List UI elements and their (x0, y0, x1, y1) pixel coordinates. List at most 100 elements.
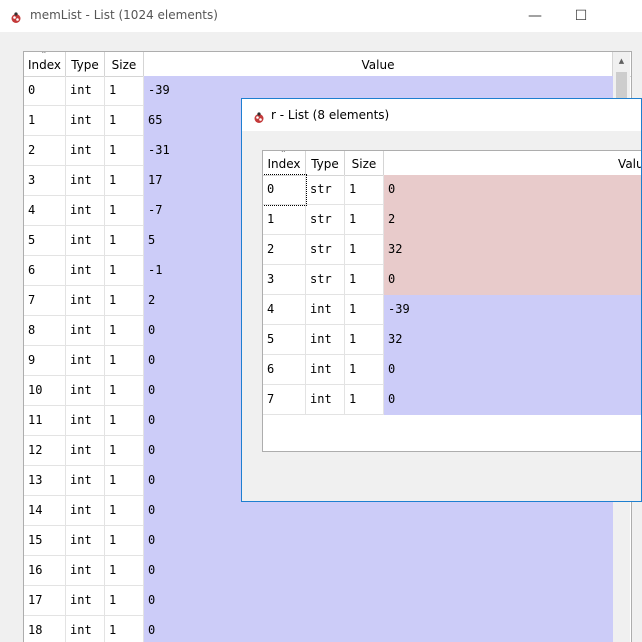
type-cell[interactable]: int (66, 586, 105, 616)
size-cell[interactable]: 1 (345, 175, 384, 205)
type-cell[interactable]: int (66, 226, 105, 256)
type-cell[interactable]: int (66, 76, 105, 106)
size-cell[interactable]: 1 (105, 226, 144, 256)
size-column-header[interactable]: Size (105, 52, 144, 76)
index-cell[interactable]: 2 (24, 136, 66, 166)
size-cell[interactable]: 1 (105, 166, 144, 196)
type-cell[interactable]: int (66, 616, 105, 642)
index-cell[interactable]: 0 (24, 76, 66, 106)
type-cell[interactable]: int (66, 346, 105, 376)
size-cell[interactable]: 1 (345, 205, 384, 235)
table-row[interactable]: 0 str 1 0 (263, 174, 641, 206)
value-column-header[interactable]: Value (144, 52, 613, 76)
index-cell[interactable]: 4 (24, 196, 66, 226)
type-cell[interactable]: str (306, 235, 345, 265)
scroll-up-arrow-icon[interactable]: ▲ (613, 57, 630, 65)
table-row[interactable]: 15 int 1 0 (24, 526, 631, 556)
size-cell[interactable]: 1 (345, 235, 384, 265)
type-cell[interactable]: int (306, 325, 345, 355)
value-cell[interactable]: 0 (144, 556, 613, 586)
index-cell[interactable]: 2 (263, 235, 306, 265)
size-cell[interactable]: 1 (345, 265, 384, 295)
type-cell[interactable]: int (66, 316, 105, 346)
table-row[interactable]: 6 int 1 0 (263, 355, 641, 385)
value-cell[interactable]: 0 (144, 526, 613, 556)
minimize-button[interactable]: — (512, 0, 558, 32)
index-column-header[interactable]: ⌃ Index (263, 151, 306, 175)
table-row[interactable]: 7 int 1 0 (263, 385, 641, 415)
index-cell[interactable]: 10 (24, 376, 66, 406)
size-cell[interactable]: 1 (105, 376, 144, 406)
index-cell[interactable]: 13 (24, 466, 66, 496)
type-cell[interactable]: int (66, 406, 105, 436)
index-cell[interactable]: 3 (24, 166, 66, 196)
type-cell[interactable]: str (306, 175, 345, 205)
index-cell[interactable]: 17 (24, 586, 66, 616)
value-cell[interactable]: -39 (384, 295, 641, 325)
type-cell[interactable]: int (66, 136, 105, 166)
index-cell[interactable]: 5 (24, 226, 66, 256)
type-cell[interactable]: int (66, 436, 105, 466)
index-cell[interactable]: 12 (24, 436, 66, 466)
value-cell[interactable]: 2 (384, 205, 641, 235)
value-cell[interactable]: 0 (384, 175, 641, 205)
index-column-header[interactable]: ⌃ Index (24, 52, 66, 76)
size-cell[interactable]: 1 (105, 316, 144, 346)
size-cell[interactable]: 1 (345, 385, 384, 415)
table-row[interactable]: 17 int 1 0 (24, 586, 631, 616)
table-row[interactable]: 3 str 1 0 (263, 265, 641, 295)
index-cell[interactable]: 18 (24, 616, 66, 642)
table-row[interactable]: 2 str 1 32 (263, 235, 641, 265)
index-cell[interactable]: 7 (24, 286, 66, 316)
index-cell[interactable]: 4 (263, 295, 306, 325)
value-cell[interactable]: 0 (384, 385, 641, 415)
type-cell[interactable]: int (66, 286, 105, 316)
index-cell[interactable]: 15 (24, 526, 66, 556)
size-cell[interactable]: 1 (105, 346, 144, 376)
value-column-header[interactable]: Value (384, 151, 641, 175)
type-cell[interactable]: str (306, 205, 345, 235)
value-cell[interactable]: 32 (384, 325, 641, 355)
size-cell[interactable]: 1 (105, 496, 144, 526)
table-row[interactable]: 16 int 1 0 (24, 556, 631, 586)
type-cell[interactable]: int (66, 466, 105, 496)
type-cell[interactable]: int (66, 496, 105, 526)
size-cell[interactable]: 1 (105, 136, 144, 166)
type-cell[interactable]: int (306, 295, 345, 325)
type-cell[interactable]: int (66, 166, 105, 196)
size-cell[interactable]: 1 (105, 196, 144, 226)
index-cell[interactable]: 9 (24, 346, 66, 376)
index-cell[interactable]: 11 (24, 406, 66, 436)
type-cell[interactable]: int (66, 376, 105, 406)
size-cell[interactable]: 1 (105, 526, 144, 556)
size-cell[interactable]: 1 (105, 106, 144, 136)
type-column-header[interactable]: Type (306, 151, 345, 175)
size-cell[interactable]: 1 (105, 286, 144, 316)
size-cell[interactable]: 1 (105, 256, 144, 286)
table-row[interactable]: 1 str 1 2 (263, 205, 641, 235)
size-cell[interactable]: 1 (105, 76, 144, 106)
index-cell[interactable]: 0 (263, 174, 307, 206)
value-cell[interactable]: 0 (384, 355, 641, 385)
index-cell[interactable]: 5 (263, 325, 306, 355)
value-cell[interactable]: 0 (384, 265, 641, 295)
type-cell[interactable]: int (66, 106, 105, 136)
index-cell[interactable]: 16 (24, 556, 66, 586)
type-cell[interactable]: str (306, 265, 345, 295)
type-cell[interactable]: int (306, 385, 345, 415)
index-cell[interactable]: 6 (24, 256, 66, 286)
type-column-header[interactable]: Type (66, 52, 105, 76)
size-cell[interactable]: 1 (105, 556, 144, 586)
type-cell[interactable]: int (66, 196, 105, 226)
index-cell[interactable]: 7 (263, 385, 306, 415)
index-cell[interactable]: 3 (263, 265, 306, 295)
type-cell[interactable]: int (66, 256, 105, 286)
value-cell[interactable]: 0 (144, 586, 613, 616)
value-cell[interactable]: 0 (144, 616, 613, 642)
table-row[interactable]: 18 int 1 0 (24, 616, 631, 642)
index-cell[interactable]: 1 (263, 205, 306, 235)
table-row[interactable]: 4 int 1 -39 (263, 295, 641, 325)
size-cell[interactable]: 1 (105, 466, 144, 496)
index-cell[interactable]: 8 (24, 316, 66, 346)
table-row[interactable]: 5 int 1 32 (263, 325, 641, 355)
